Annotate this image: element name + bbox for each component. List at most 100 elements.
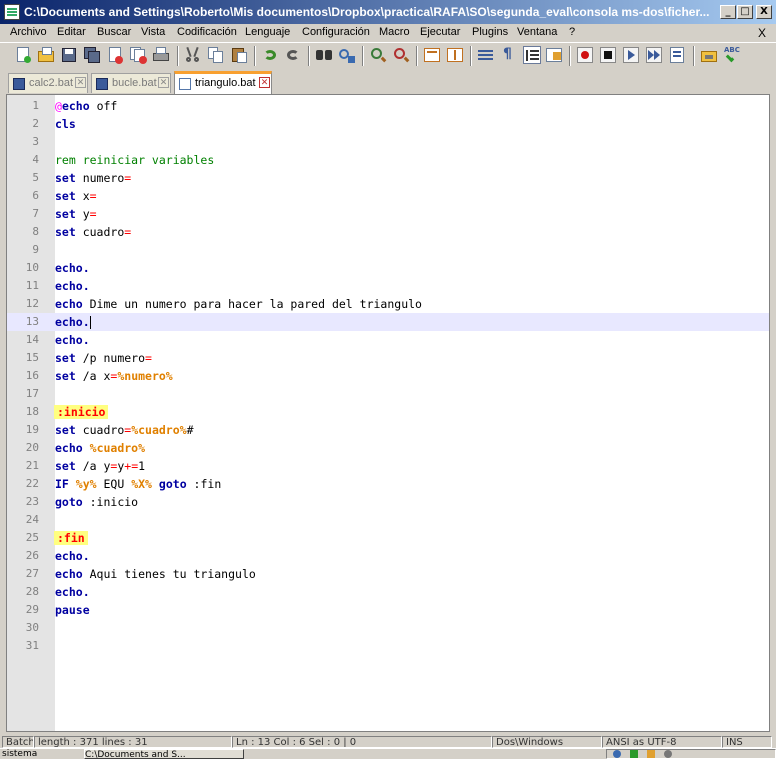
replace-icon[interactable] (338, 46, 356, 64)
menu-vista[interactable]: Vista (141, 26, 165, 38)
code-line[interactable]: 7 set y= (7, 205, 769, 223)
tab-triangulo[interactable]: triangulo.bat ✕ (174, 71, 272, 94)
zoom-out-icon[interactable] (392, 46, 410, 64)
tab-close-icon[interactable]: ✕ (259, 77, 270, 88)
menu-macro[interactable]: Macro (379, 26, 410, 38)
redo-icon[interactable] (284, 46, 302, 64)
zoom-in-icon[interactable] (369, 46, 387, 64)
find-icon[interactable] (315, 46, 333, 64)
new-file-icon[interactable] (14, 46, 32, 64)
code-line[interactable]: 22 IF %y% EQU %X% goto :fin (7, 475, 769, 493)
minimize-button[interactable]: _ (720, 5, 736, 19)
code-line[interactable]: 14 echo. (7, 331, 769, 349)
code-line[interactable]: 8 set cuadro= (7, 223, 769, 241)
title-bar[interactable]: C:\Documents and Settings\Roberto\Mis do… (0, 0, 776, 24)
maximize-button[interactable]: □ (737, 5, 753, 19)
menu-configuracion[interactable]: Configuración (302, 26, 370, 38)
code-line[interactable]: 4 rem reiniciar variables (7, 151, 769, 169)
code-line[interactable]: 20 echo %cuadro% (7, 439, 769, 457)
menu-codificacion[interactable]: Codificación (177, 26, 237, 38)
play-macro-icon[interactable] (622, 46, 640, 64)
code-token: @ (55, 99, 62, 113)
code-line[interactable]: 9 (7, 241, 769, 259)
code-line[interactable]: 3 (7, 133, 769, 151)
tab-close-icon[interactable]: ✕ (75, 77, 86, 88)
copy-icon[interactable] (207, 46, 225, 64)
code-line[interactable]: 16 set /a x=%numero% (7, 367, 769, 385)
code-line[interactable]: 31 (7, 637, 769, 655)
menu-buscar[interactable]: Buscar (97, 26, 131, 38)
code-line[interactable]: 1 @echo off (7, 97, 769, 115)
doc-map-icon[interactable] (545, 46, 563, 64)
close-document-button[interactable]: X (758, 26, 766, 40)
word-wrap-icon[interactable] (477, 46, 495, 64)
undo-icon[interactable] (261, 46, 279, 64)
cut-icon[interactable] (184, 46, 202, 64)
run-macro-multiple-icon[interactable] (645, 46, 663, 64)
tray-network-icon[interactable] (613, 750, 621, 758)
code-line[interactable]: 13 echo. (7, 313, 769, 331)
paste-icon[interactable] (230, 46, 248, 64)
code-line[interactable]: 11 echo. (7, 277, 769, 295)
save-macro-icon[interactable] (668, 46, 686, 64)
close-all-icon[interactable] (129, 46, 147, 64)
code-line[interactable]: 28 echo. (7, 583, 769, 601)
code-token: /a y (75, 459, 111, 473)
line-number: 16 (25, 369, 39, 382)
stop-macro-icon[interactable] (599, 46, 617, 64)
tab-calc2[interactable]: calc2.bat ✕ (8, 73, 88, 93)
tab-close-icon[interactable]: ✕ (158, 77, 169, 88)
code-line[interactable]: 23 goto :inicio (7, 493, 769, 511)
code-line[interactable]: 18:inicio (7, 403, 769, 421)
record-macro-icon[interactable] (576, 46, 594, 64)
tray-app-icon[interactable] (629, 750, 638, 758)
code-lines[interactable]: 1 @echo off 2 cls 3 4 rem reiniciar variables 5… (7, 97, 769, 655)
editor-pane[interactable]: 1 @echo off 2 cls 3 4 rem reiniciar variables 5… (6, 94, 770, 732)
tray-app-icon[interactable] (663, 750, 672, 758)
menu-plugins[interactable]: Plugins (472, 26, 508, 38)
code-token: set (55, 225, 76, 239)
folder-icon[interactable] (700, 46, 718, 64)
code-line[interactable]: 21 set /a y=y+=1 (7, 457, 769, 475)
code-line[interactable]: 19 set cuadro=%cuadro%# (7, 421, 769, 439)
code-token: echo (55, 567, 83, 581)
menu-archivo[interactable]: Archivo (10, 26, 47, 38)
menu-help[interactable]: ? (569, 26, 575, 38)
code-line[interactable]: 29 pause (7, 601, 769, 619)
tray-app-icon[interactable] (646, 750, 655, 758)
code-line[interactable]: 26 echo. (7, 547, 769, 565)
sync-v-icon[interactable] (423, 46, 441, 64)
open-file-icon[interactable] (37, 46, 55, 64)
code-line[interactable]: 2 cls (7, 115, 769, 133)
code-line[interactable]: 5 set numero= (7, 169, 769, 187)
sync-h-icon[interactable] (446, 46, 464, 64)
code-line[interactable]: 30 (7, 619, 769, 637)
show-all-chars-icon[interactable]: ¶ (499, 46, 517, 64)
code-line[interactable]: 17 (7, 385, 769, 403)
app-icon[interactable] (4, 4, 20, 20)
menu-editar[interactable]: Editar (57, 26, 86, 38)
tab-bucle[interactable]: bucle.bat ✕ (91, 73, 171, 93)
code-token: :fin (186, 477, 222, 491)
code-line[interactable]: 25:fin (7, 529, 769, 547)
indent-guide-icon[interactable] (523, 46, 541, 64)
code-line[interactable]: 15 set /p numero= (7, 349, 769, 367)
menu-lenguaje[interactable]: Lenguaje (245, 26, 290, 38)
code-token: echo (61, 99, 90, 113)
code-line[interactable]: 10 echo. (7, 259, 769, 277)
code-line[interactable]: 27 echo Aqui tienes tu triangulo (7, 565, 769, 583)
menu-ventana[interactable]: Ventana (517, 26, 557, 38)
line-number: 21 (25, 459, 39, 472)
print-icon[interactable] (152, 46, 170, 64)
save-icon[interactable] (60, 46, 78, 64)
code-line[interactable]: 12 echo Dime un numero para hacer la pare… (7, 295, 769, 313)
save-all-icon[interactable] (83, 46, 101, 64)
code-token: goto (158, 477, 187, 491)
spellcheck-icon[interactable]: ABC (723, 46, 741, 64)
code-line[interactable]: 24 (7, 511, 769, 529)
menu-ejecutar[interactable]: Ejecutar (420, 26, 460, 38)
close-window-button[interactable]: X (756, 5, 772, 19)
code-line[interactable]: 6 set x= (7, 187, 769, 205)
line-number: 15 (25, 351, 39, 364)
close-icon[interactable] (106, 46, 124, 64)
